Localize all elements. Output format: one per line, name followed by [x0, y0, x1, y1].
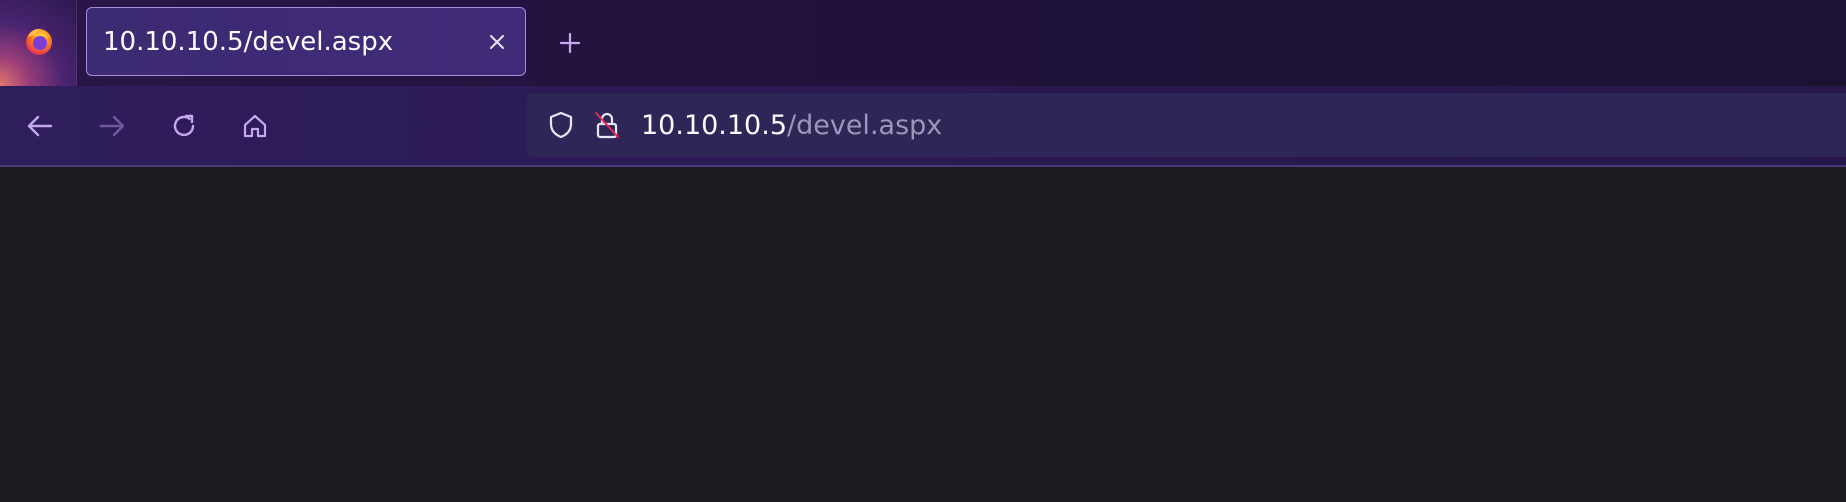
tab-title: 10.10.10.5/devel.aspx [103, 26, 394, 57]
tab-strip: 10.10.10.5/devel.aspx [0, 0, 1846, 86]
close-tab-button[interactable] [483, 28, 511, 56]
shield-icon [549, 111, 573, 139]
arrow-right-icon [99, 115, 125, 137]
tab-active[interactable]: 10.10.10.5/devel.aspx [86, 7, 526, 76]
site-security-button[interactable] [587, 105, 627, 145]
reload-button[interactable] [161, 103, 207, 149]
url-text[interactable]: 10.10.10.5/devel.aspx [641, 110, 942, 141]
reload-icon [173, 114, 195, 137]
close-icon [490, 34, 504, 49]
url-path: /devel.aspx [787, 109, 943, 141]
home-icon [243, 114, 267, 138]
plus-icon [559, 32, 581, 54]
navigation-toolbar: 10.10.10.5/devel.aspx [0, 86, 1846, 167]
firefox-logo-icon [23, 25, 55, 61]
address-bar[interactable]: 10.10.10.5/devel.aspx [527, 93, 1846, 157]
page-content [0, 167, 1846, 502]
url-host: 10.10.10.5 [641, 109, 787, 141]
browser-window: 10.10.10.5/devel.aspx 10.10.10.5/devel.a… [0, 0, 1846, 502]
tracking-protection-button[interactable] [541, 105, 581, 145]
back-button[interactable] [17, 103, 63, 149]
forward-button[interactable] [89, 103, 135, 149]
firefox-menu-button[interactable] [0, 0, 77, 86]
new-tab-button[interactable] [553, 26, 587, 60]
insecure-lock-icon [595, 112, 619, 139]
home-button[interactable] [232, 103, 278, 149]
arrow-left-icon [27, 115, 53, 137]
